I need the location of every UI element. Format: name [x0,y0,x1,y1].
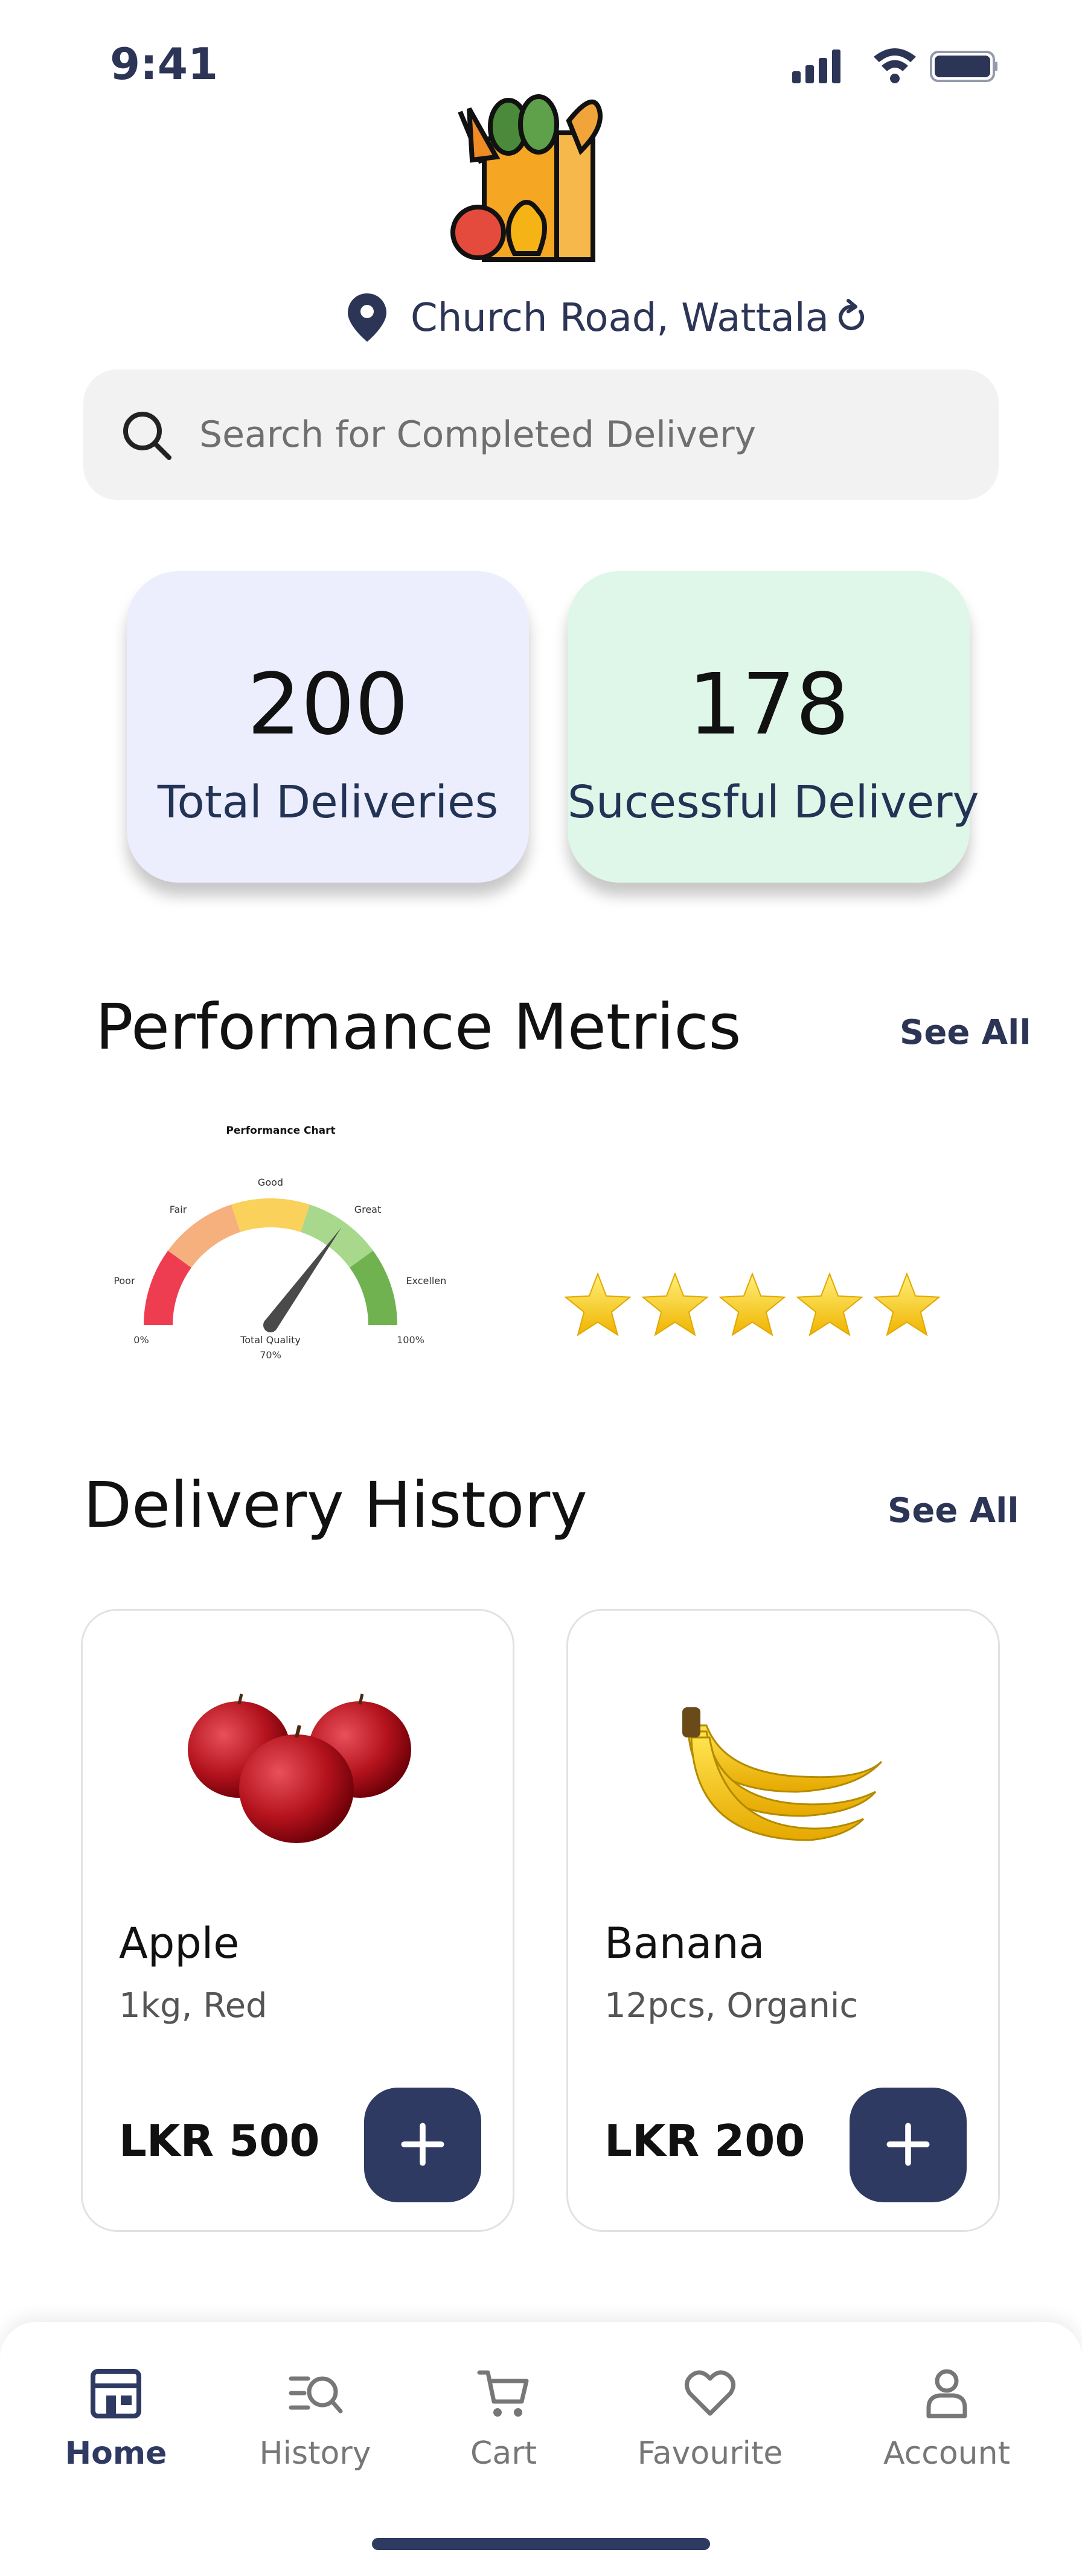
nav-label-favourite: Favourite [637,2435,783,2472]
add-button[interactable] [364,2088,481,2202]
gauge-title: Performance Chart [226,1125,335,1137]
delivery-history-see-all-link[interactable]: See All [888,1491,1019,1530]
product-card-apple[interactable]: Apple 1kg, Red LKR 500 [81,1609,514,2232]
nav-label-home: Home [65,2435,167,2472]
location-text: Church Road, Wattala [411,296,829,340]
gauge-needle [264,1227,342,1330]
user-icon [926,2369,967,2418]
nav-item-account[interactable]: Account [862,2365,1031,2486]
apple-image [188,1693,411,1843]
performance-gauge-chart: Performance Chart Poor Fair Good Great Excel… [114,1125,447,1361]
heart-icon [685,2370,735,2416]
gauge-value-label: 70% [260,1349,281,1361]
plus-icon [401,2122,444,2166]
product-card-banana[interactable]: Banana 12pcs, Organic LKR 200 [566,1609,1000,2232]
location-pin-icon [348,293,386,342]
nav-item-history[interactable]: History [231,2365,400,2486]
nav-label-cart: Cart [470,2435,537,2472]
search-icon [123,412,171,460]
search-input[interactable] [199,406,924,464]
product-description: 12pcs, Organic [604,1986,859,2025]
grocery-bag-logo [450,94,603,262]
refresh-icon[interactable] [835,298,869,337]
gauge-center-label: Total Quality [240,1334,301,1346]
successful-delivery-card[interactable]: 178 Sucessful Delivery [568,571,979,883]
plus-icon [886,2122,930,2166]
product-name: Banana [604,1919,765,1968]
successful-delivery-value: 178 [688,656,850,754]
home-indicator [372,2538,710,2550]
gauge-band-label: Poor [114,1275,135,1286]
successful-delivery-label: Sucessful Delivery [568,776,979,828]
star-icon [641,1272,709,1337]
product-price: LKR 500 [119,2115,320,2166]
nav-label-history: History [259,2435,371,2472]
product-description: 1kg, Red [119,1986,267,2025]
nav-item-home[interactable]: Home [31,2365,200,2486]
star-icon [796,1272,863,1337]
rating-stars [564,1272,941,1337]
location-bar[interactable]: Church Road, Wattala [0,289,1082,343]
gauge-band-label: Excellent [406,1275,447,1286]
gauge-min-label: 0% [133,1334,149,1346]
status-time: 9:41 [110,39,219,89]
total-deliveries-value: 200 [247,656,409,754]
total-deliveries-card[interactable]: 200 Total Deliveries [127,571,529,883]
star-icon [564,1272,632,1337]
store-icon [91,2369,141,2418]
history-search-icon [289,2376,343,2414]
cart-icon [477,2370,529,2417]
delivery-history-title: Delivery History [83,1468,587,1542]
signal-icon [792,50,840,83]
battery-icon [930,51,997,82]
gauge-band-label: Great [354,1204,382,1215]
gauge-band-label: Fair [170,1204,187,1215]
gauge-max-label: 100% [397,1334,424,1346]
star-icon [719,1272,786,1337]
total-deliveries-label: Total Deliveries [157,776,499,828]
nav-item-cart[interactable]: Cart [419,2365,588,2486]
star-icon [873,1272,941,1337]
performance-see-all-link[interactable]: See All [900,1013,1031,1052]
gauge-hub [263,1318,278,1332]
product-name: Apple [119,1919,240,1968]
product-price: LKR 200 [604,2115,805,2166]
wifi-icon [874,48,916,83]
status-icons [792,48,997,83]
gauge-band-good [231,1198,310,1232]
banana-image [682,1707,883,1841]
gauge-band-label: Good [258,1177,283,1188]
nav-item-favourite[interactable]: Favourite [626,2365,795,2486]
status-bar: 9:41 [0,36,1082,91]
bottom-navigation: Home History Cart Favourite Account [0,2322,1082,2576]
nav-label-account: Account [883,2435,1010,2472]
performance-title: Performance Metrics [95,990,741,1064]
search-bar[interactable] [83,369,999,500]
add-button[interactable] [850,2088,967,2202]
